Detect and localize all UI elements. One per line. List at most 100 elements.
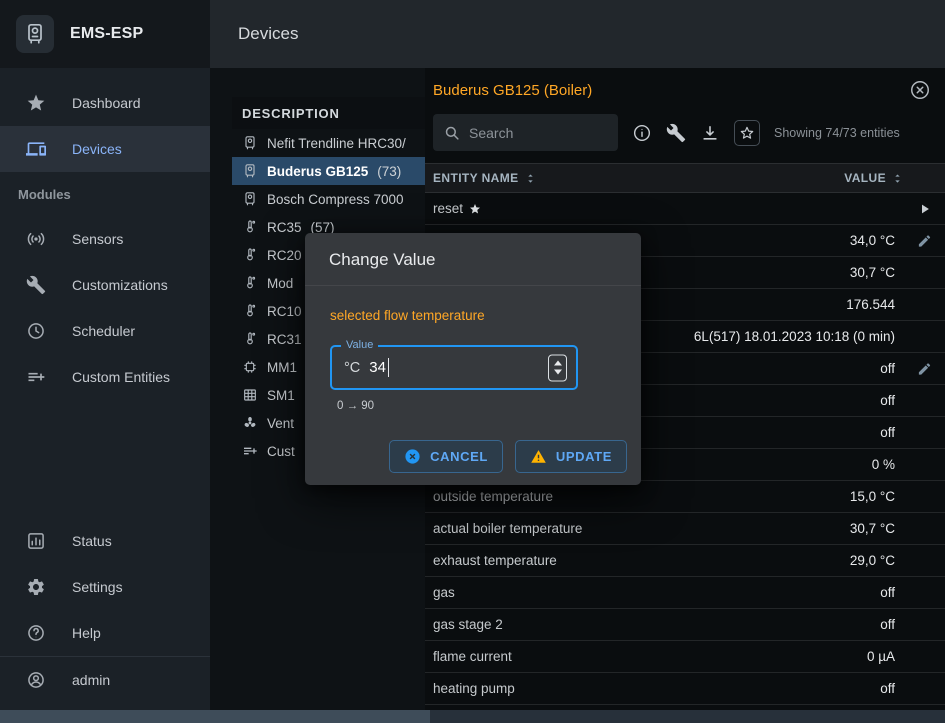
value-text: 34 <box>369 359 386 376</box>
entity-row[interactable]: reset <box>425 193 945 225</box>
sidebar-nav: Dashboard Devices Modules Sensors Custom… <box>0 68 210 400</box>
entity-value: off <box>880 681 895 696</box>
search-input[interactable] <box>469 125 599 141</box>
favorites-filter-toggle[interactable] <box>734 120 760 146</box>
device-row[interactable]: Bosch Compress 7000 <box>232 185 425 213</box>
entity-value: off <box>880 361 895 376</box>
entity-row[interactable]: gas off <box>425 577 945 609</box>
sort-icon[interactable] <box>523 171 538 186</box>
device-name: Vent <box>267 416 294 431</box>
dialog-entity-label: selected flow temperature <box>330 308 616 323</box>
entity-name: exhaust temperature <box>433 553 557 568</box>
sidebar-item-scheduler[interactable]: Scheduler <box>0 308 210 354</box>
search-icon <box>443 124 461 142</box>
entity-row[interactable]: heating pump off <box>425 673 945 705</box>
sidebar-bottom-nav: Status Settings Help admin <box>0 518 210 702</box>
entity-row[interactable]: flame current 0 µA <box>425 641 945 673</box>
cancel-label: CANCEL <box>430 449 488 464</box>
info-icon[interactable] <box>632 123 652 143</box>
device-name: Mod <box>267 276 293 291</box>
thermostat-icon <box>242 275 258 291</box>
thermostat-icon <box>242 247 258 263</box>
entity-name: outside temperature <box>433 489 553 504</box>
entity-value: off <box>880 393 895 408</box>
column-value: VALUE <box>844 171 886 185</box>
entity-name: reset <box>433 201 463 216</box>
arrow-right-icon[interactable] <box>917 201 932 216</box>
value-unit: °C <box>344 360 360 376</box>
boiler-logo-icon <box>16 15 54 53</box>
entity-name: gas <box>433 585 455 600</box>
value-input[interactable]: Value °C 34 <box>330 345 578 390</box>
device-row-selected[interactable]: Buderus GB125 (73) <box>232 157 425 185</box>
playlist-add-icon <box>26 367 46 387</box>
sidebar-item-settings[interactable]: Settings <box>0 564 210 610</box>
horizontal-scrollbar[interactable] <box>0 710 945 723</box>
text-caret <box>388 358 390 377</box>
column-entity-name: ENTITY NAME <box>433 171 519 185</box>
app-title: EMS-ESP <box>70 25 143 43</box>
edit-pencil-icon[interactable] <box>917 233 932 248</box>
device-name: MM1 <box>267 360 297 375</box>
entity-row[interactable]: outside temperature 15,0 °C <box>425 481 945 513</box>
number-stepper[interactable] <box>548 354 567 381</box>
stepper-up-icon[interactable] <box>554 361 562 366</box>
cancel-button[interactable]: CANCEL <box>389 440 503 473</box>
sidebar-item-label: admin <box>72 672 110 688</box>
device-name: RC31 <box>267 332 302 347</box>
fan-icon <box>242 415 258 431</box>
close-icon[interactable] <box>909 79 931 101</box>
scrollbar-thumb[interactable] <box>0 710 430 723</box>
star-outline-icon <box>739 125 755 141</box>
search-box[interactable] <box>433 114 618 151</box>
thermostat-icon <box>242 303 258 319</box>
device-entity-count: (73) <box>377 164 401 179</box>
stepper-down-icon[interactable] <box>554 370 562 375</box>
entity-row[interactable]: exhaust temperature 29,0 °C <box>425 545 945 577</box>
sidebar-item-devices[interactable]: Devices <box>0 126 210 172</box>
sidebar-item-customizations[interactable]: Customizations <box>0 262 210 308</box>
sidebar-item-dashboard[interactable]: Dashboard <box>0 80 210 126</box>
entity-value: off <box>880 617 895 632</box>
boiler-icon <box>242 191 258 207</box>
sidebar-item-admin[interactable]: admin <box>0 656 210 702</box>
entities-summary: Showing 74/73 entities <box>774 126 900 140</box>
entity-value: 29,0 °C <box>850 553 895 568</box>
sidebar-item-status[interactable]: Status <box>0 518 210 564</box>
sidebar-item-label: Help <box>72 625 101 641</box>
boiler-icon <box>242 163 258 179</box>
entity-row[interactable]: actual boiler temperature 30,7 °C <box>425 513 945 545</box>
thermostat-icon <box>242 219 258 235</box>
cancel-circle-icon <box>404 448 421 465</box>
entity-row[interactable]: gas stage 2 off <box>425 609 945 641</box>
maintenance-icon[interactable] <box>666 123 686 143</box>
tools-icon <box>26 275 46 295</box>
entity-name: flame current <box>433 649 512 664</box>
device-name: RC35 <box>267 220 302 235</box>
sidebar-header: EMS-ESP <box>0 0 210 68</box>
sidebar-item-label: Status <box>72 533 112 549</box>
dialog-body: selected flow temperature Value °C 34 0 … <box>305 286 641 412</box>
sidebar-item-custom-entities[interactable]: Custom Entities <box>0 354 210 400</box>
chart-icon <box>26 531 46 551</box>
entity-value: 0 % <box>872 457 895 472</box>
update-button[interactable]: UPDATE <box>515 440 627 473</box>
value-range-hint: 0 → 90 <box>337 400 616 412</box>
solar-panel-icon <box>242 387 258 403</box>
sidebar-item-help[interactable]: Help <box>0 610 210 656</box>
sensors-icon <box>26 229 46 249</box>
sidebar-item-sensors[interactable]: Sensors <box>0 216 210 262</box>
device-panel-title: Buderus GB125 (Boiler) <box>433 82 592 99</box>
sidebar-item-label: Settings <box>72 579 123 595</box>
device-list-header: DESCRIPTION <box>232 97 425 129</box>
panel-titlebar: Buderus GB125 (Boiler) <box>425 68 945 112</box>
edit-pencil-icon[interactable] <box>917 361 932 376</box>
entity-table-header: ENTITY NAME VALUE <box>425 163 945 193</box>
sidebar-item-label: Dashboard <box>72 95 141 111</box>
device-row[interactable]: Nefit Trendline HRC30/ <box>232 129 425 157</box>
entity-value: 176.544 <box>846 297 895 312</box>
sidebar-section-modules: Modules <box>0 172 210 216</box>
sort-icon[interactable] <box>890 171 905 186</box>
download-icon[interactable] <box>700 123 720 143</box>
entity-value: 30,7 °C <box>850 265 895 280</box>
